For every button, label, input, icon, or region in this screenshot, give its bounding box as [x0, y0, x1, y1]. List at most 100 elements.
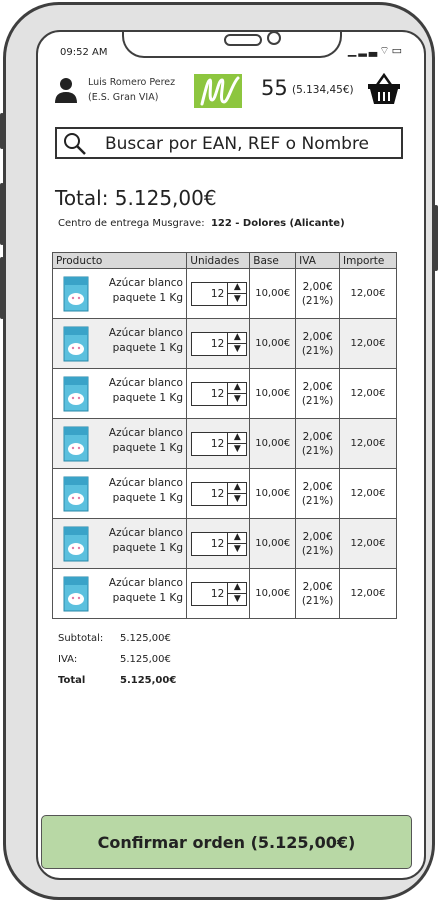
- iva-amount: 2,00€: [302, 380, 333, 393]
- iva-amount: 2,00€: [302, 530, 333, 543]
- wifi-icon: ⌔: [379, 44, 392, 57]
- decrement-icon[interactable]: ▼: [228, 593, 247, 605]
- quantity-stepper[interactable]: 12 ▲ ▼: [191, 381, 248, 406]
- product-image: [63, 376, 89, 412]
- importe-cell: 12,00€: [339, 368, 397, 419]
- decrement-icon[interactable]: ▼: [228, 543, 247, 555]
- header-product: Producto: [51, 252, 188, 269]
- status-icons: ▁▂▃⌔▭: [348, 44, 404, 58]
- units-cell: 12 ▲ ▼: [186, 268, 251, 319]
- product-cell[interactable]: Azúcar blanco paquete 1 Kg: [51, 418, 188, 469]
- product-name: Azúcar blanco paquete 1 Kg: [108, 477, 183, 504]
- brand-logo: [194, 74, 242, 108]
- increment-icon[interactable]: ▲: [228, 533, 246, 544]
- quantity-stepper[interactable]: 12 ▲ ▼: [191, 481, 248, 506]
- product-cell[interactable]: Azúcar blanco paquete 1 Kg: [51, 268, 188, 319]
- basket-icon[interactable]: [367, 73, 401, 105]
- phone-frame: 09:52 AM ▁▂▃⌔▭ Luis Romero Perez (E.S. G…: [0, 2, 438, 900]
- decrement-icon[interactable]: ▼: [228, 293, 247, 305]
- product-image: [63, 276, 89, 312]
- table-row: Azúcar blanco paquete 1 Kg 12 ▲ ▼ 10,00€ 2,00…: [51, 468, 397, 519]
- header-iva: IVA: [295, 252, 341, 269]
- speaker-icon: [224, 34, 262, 46]
- delivery-center: Centro de entrega Musgrave: 122 - Dolore…: [58, 218, 345, 229]
- iva-rate: (21%): [301, 544, 334, 557]
- quantity-stepper[interactable]: 12 ▲ ▼: [191, 431, 248, 456]
- product-name: Azúcar blanco paquete 1 Kg: [108, 427, 183, 454]
- iva-cell: 2,00€ (21%): [295, 368, 341, 419]
- importe-cell: 12,00€: [339, 318, 397, 369]
- decrement-icon[interactable]: ▼: [228, 443, 247, 455]
- search-input[interactable]: Buscar por EAN, REF o Nombre: [55, 127, 403, 159]
- user-info: Luis Romero Perez (E.S. Gran VIA): [88, 75, 175, 105]
- delivery-value: 122 - Dolores (Alicante): [210, 218, 345, 229]
- product-cell[interactable]: Azúcar blanco paquete 1 Kg: [51, 518, 188, 569]
- product-cell[interactable]: Azúcar blanco paquete 1 Kg: [51, 368, 188, 419]
- quantity-value[interactable]: 12: [192, 283, 227, 305]
- quantity-value[interactable]: 12: [192, 583, 227, 605]
- quantity-value[interactable]: 12: [192, 383, 227, 405]
- product-name: Azúcar blanco paquete 1 Kg: [108, 377, 183, 404]
- quantity-value[interactable]: 12: [192, 483, 227, 505]
- product-name: Azúcar blanco paquete 1 Kg: [108, 277, 183, 304]
- cart-amount: (5.134,45€): [292, 84, 354, 96]
- quantity-stepper[interactable]: 12 ▲ ▼: [191, 281, 248, 306]
- product-name: Azúcar blanco paquete 1 Kg: [108, 577, 183, 604]
- product-name: Azúcar blanco paquete 1 Kg: [108, 527, 183, 554]
- side-button: [0, 183, 4, 245]
- power-button: [434, 205, 438, 271]
- importe-cell: 12,00€: [339, 518, 397, 569]
- iva-amount: 2,00€: [302, 430, 333, 443]
- increment-icon[interactable]: ▲: [228, 333, 246, 344]
- importe-cell: 12,00€: [339, 268, 397, 319]
- product-name: Azúcar blanco paquete 1 Kg: [108, 327, 183, 354]
- notch: [122, 32, 342, 58]
- iva-cell: 2,00€ (21%): [295, 468, 341, 519]
- increment-icon[interactable]: ▲: [228, 583, 246, 594]
- quantity-value[interactable]: 12: [192, 533, 227, 555]
- table-row: Azúcar blanco paquete 1 Kg 12 ▲ ▼ 10,00€ 2,00…: [51, 318, 397, 369]
- user-icon[interactable]: [54, 76, 78, 104]
- quantity-value[interactable]: 12: [192, 333, 227, 355]
- iva-cell: 2,00€ (21%): [295, 318, 341, 369]
- increment-icon[interactable]: ▲: [228, 483, 246, 494]
- quantity-stepper[interactable]: 12 ▲ ▼: [191, 581, 248, 606]
- screen: 09:52 AM ▁▂▃⌔▭ Luis Romero Perez (E.S. G…: [36, 30, 426, 880]
- product-cell[interactable]: Azúcar blanco paquete 1 Kg: [51, 568, 188, 619]
- importe-cell: 12,00€: [339, 468, 397, 519]
- iva-cell: 2,00€ (21%): [295, 568, 341, 619]
- signal-icon: ▁▂▃: [347, 44, 380, 57]
- camera-icon: [267, 32, 281, 45]
- units-cell: 12 ▲ ▼: [186, 568, 251, 619]
- product-cell[interactable]: Azúcar blanco paquete 1 Kg: [51, 468, 188, 519]
- table-row: Azúcar blanco paquete 1 Kg 12 ▲ ▼ 10,00€ 2,00…: [51, 568, 397, 619]
- iva-rate: (21%): [301, 344, 334, 357]
- table-row: Azúcar blanco paquete 1 Kg 12 ▲ ▼ 10,00€ 2,00…: [51, 518, 397, 569]
- iva-cell: 2,00€ (21%): [295, 418, 341, 469]
- iva-amount: 2,00€: [302, 580, 333, 593]
- decrement-icon[interactable]: ▼: [228, 343, 247, 355]
- base-cell: 10,00€: [249, 268, 297, 319]
- product-cell[interactable]: Azúcar blanco paquete 1 Kg: [51, 318, 188, 369]
- iva-cell: 2,00€ (21%): [295, 268, 341, 319]
- product-image: [63, 426, 89, 462]
- product-image: [63, 576, 89, 612]
- base-cell: 10,00€: [249, 318, 297, 369]
- table-row: Azúcar blanco paquete 1 Kg 12 ▲ ▼ 10,00€ 2,00…: [51, 268, 397, 319]
- decrement-icon[interactable]: ▼: [228, 393, 247, 405]
- quantity-stepper[interactable]: 12 ▲ ▼: [191, 531, 248, 556]
- confirm-order-button[interactable]: Confirmar orden (5.125,00€): [41, 815, 412, 869]
- table-header: Producto Unidades Base IVA Importe: [51, 252, 397, 269]
- iva-rate: (21%): [301, 294, 334, 307]
- iva-cell: 2,00€ (21%): [295, 518, 341, 569]
- quantity-value[interactable]: 12: [192, 433, 227, 455]
- delivery-label: Centro de entrega Musgrave:: [58, 218, 205, 229]
- decrement-icon[interactable]: ▼: [228, 493, 247, 505]
- products-table: Producto Unidades Base IVA Importe Azúca…: [51, 252, 397, 619]
- increment-icon[interactable]: ▲: [228, 433, 246, 444]
- iva-rate: (21%): [301, 494, 334, 507]
- iva-amount: 2,00€: [302, 480, 333, 493]
- increment-icon[interactable]: ▲: [228, 383, 246, 394]
- increment-icon[interactable]: ▲: [228, 283, 246, 294]
- quantity-stepper[interactable]: 12 ▲ ▼: [191, 331, 248, 356]
